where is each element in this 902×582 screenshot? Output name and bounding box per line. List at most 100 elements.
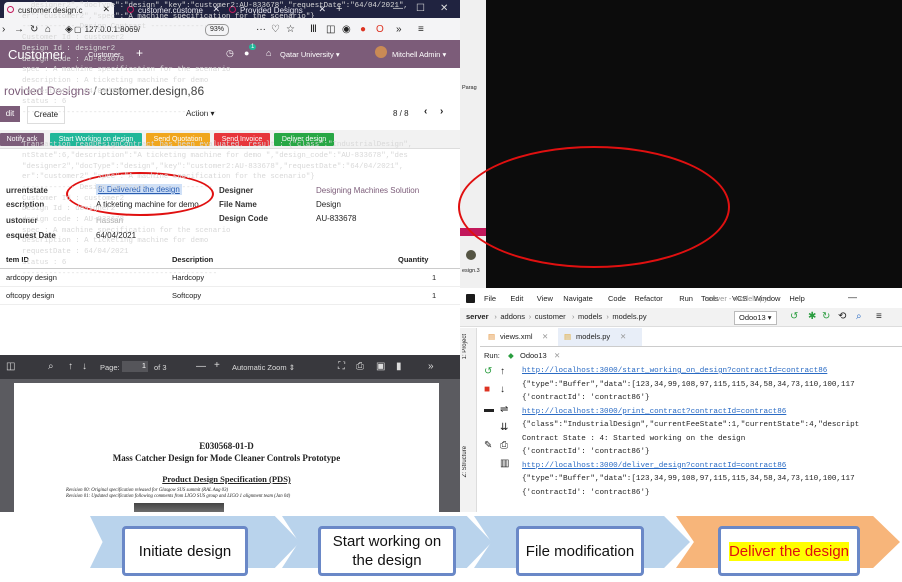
- previous-page-icon[interactable]: ↑: [68, 361, 73, 373]
- project-title: server - models.py: [706, 294, 768, 303]
- run-tab[interactable]: Odoo13: [520, 351, 547, 360]
- back-icon[interactable]: ›: [2, 24, 5, 36]
- profile-icon[interactable]: ⟲: [838, 311, 846, 323]
- run-config-select[interactable]: Odoo13 ▾: [734, 311, 777, 325]
- pin-icon[interactable]: ✎: [484, 440, 492, 452]
- close-tab-icon[interactable]: ✕: [542, 332, 548, 341]
- terminal-line: er":"customer2","spec":"A machine specif…: [22, 12, 315, 21]
- stop-icon[interactable]: ■: [484, 384, 490, 396]
- user-menu[interactable]: Mitchell Admin ▾: [392, 50, 446, 59]
- next-page-icon[interactable]: ↓: [82, 361, 87, 373]
- structure-tool-tab[interactable]: Z: Structure: [462, 446, 468, 477]
- more-icon[interactable]: ···: [256, 24, 266, 36]
- output-link[interactable]: http://localhost:3000/deliver_design?con…: [522, 462, 786, 470]
- path-segment[interactable]: models: [578, 312, 602, 321]
- library-icon[interactable]: Ⅲ: [310, 24, 317, 36]
- search-everywhere-icon[interactable]: ⌕: [856, 311, 862, 323]
- prev-record-icon[interactable]: ‹: [424, 106, 427, 117]
- ide-menu-file[interactable]: File: [484, 294, 496, 303]
- account-icon[interactable]: ◉: [342, 24, 351, 36]
- next-record-icon[interactable]: ›: [440, 106, 443, 117]
- output-link[interactable]: http://localhost:3000/start_working_on_d…: [522, 367, 827, 375]
- scroll-up-icon[interactable]: ↑: [500, 366, 505, 378]
- settings-icon[interactable]: ≡: [876, 311, 882, 323]
- ide-menu-code[interactable]: Code: [608, 294, 626, 303]
- search-icon[interactable]: ⌕: [48, 361, 54, 373]
- path-segment[interactable]: models.py: [612, 312, 646, 321]
- flow-step-file-modification: File modification: [516, 526, 644, 576]
- file-name-label: File Name: [219, 200, 257, 209]
- ide-menu-help[interactable]: Help: [789, 294, 804, 303]
- overflow-icon[interactable]: »: [396, 24, 402, 36]
- run-config-icon: ◆: [508, 351, 514, 360]
- avatar[interactable]: [375, 46, 387, 58]
- menu-icon[interactable]: ≡: [418, 24, 424, 36]
- bookmark-icon[interactable]: ▮: [396, 361, 402, 373]
- close-tab-icon[interactable]: ✕: [620, 332, 626, 341]
- add-menu-icon[interactable]: +: [136, 46, 143, 60]
- scroll-down-icon[interactable]: ↓: [500, 384, 505, 396]
- rerun-icon[interactable]: ↺: [484, 366, 492, 378]
- maximize-icon[interactable]: ☐: [416, 3, 425, 15]
- zoom-in-icon[interactable]: +: [214, 360, 220, 372]
- clock-icon[interactable]: ◷: [226, 48, 234, 59]
- tools-icon[interactable]: »: [428, 361, 434, 373]
- print-icon[interactable]: ⎙: [500, 440, 508, 452]
- soft-wrap-icon[interactable]: ⇌: [500, 404, 508, 416]
- zoom-select[interactable]: Automatic Zoom ⇕: [232, 363, 295, 372]
- download-icon[interactable]: ▣: [376, 361, 385, 373]
- scroll-to-end-icon[interactable]: ⇊: [500, 422, 508, 434]
- zoom-out-icon[interactable]: —: [196, 361, 206, 373]
- debug-icon[interactable]: ✱: [808, 311, 816, 323]
- ide-menu-view[interactable]: View: [537, 294, 553, 303]
- sidebar-icon[interactable]: ◫: [326, 24, 335, 36]
- run-icon[interactable]: ↺: [790, 311, 798, 323]
- path-segment[interactable]: server: [466, 312, 489, 321]
- terminal-line: ----------------------------------------…: [22, 109, 218, 117]
- coverage-icon[interactable]: ↻: [822, 311, 830, 323]
- project-tool-tab[interactable]: 1: Project: [462, 334, 468, 359]
- table-row[interactable]: oftcopy design Softcopy 1: [0, 286, 460, 305]
- opera-icon[interactable]: O: [376, 24, 384, 36]
- output-link[interactable]: http://localhost:3000/print_contract?con…: [522, 408, 786, 416]
- layout-icon[interactable]: ▬: [484, 404, 494, 416]
- page-number-input[interactable]: 1: [122, 361, 148, 372]
- ide-menu-refactor[interactable]: Refactor: [634, 294, 662, 303]
- terminal-line: Design Id : designer2: [22, 205, 116, 214]
- ide-menu-navigate[interactable]: Navigate: [563, 294, 593, 303]
- edit-button[interactable]: dit: [0, 106, 20, 122]
- close-tab-icon[interactable]: ✕: [554, 351, 560, 360]
- print-icon[interactable]: ⎙: [356, 361, 364, 373]
- extension-icon[interactable]: ●: [360, 24, 366, 36]
- company-name: Qatar University: [280, 50, 334, 59]
- flow-step-label: Start working on the design: [332, 533, 442, 569]
- pocket-icon[interactable]: ♡: [271, 24, 280, 36]
- path-separator-icon: ›: [528, 312, 532, 321]
- presentation-icon[interactable]: ⛶: [338, 361, 345, 373]
- tab-models-py[interactable]: models.py: [576, 332, 610, 341]
- trash-icon[interactable]: ▥: [500, 458, 509, 470]
- company-switcher[interactable]: Qatar University ▾: [280, 50, 340, 59]
- output-line: {"type":"Buffer","data":[123,34,99,108,9…: [522, 380, 855, 389]
- cell-quantity: 1: [432, 273, 437, 282]
- chat-icon[interactable]: ●: [244, 48, 249, 58]
- tab-views-xml[interactable]: views.xml: [500, 332, 533, 341]
- sidebar-toggle-icon[interactable]: ◫: [6, 361, 15, 373]
- path-segment[interactable]: addons: [500, 312, 525, 321]
- header-quantity[interactable]: Quantity: [398, 255, 428, 264]
- revision-line: Revision 01: Updated specification follo…: [66, 494, 291, 499]
- path-segment[interactable]: customer: [535, 312, 566, 321]
- minimize-icon[interactable]: —: [848, 292, 857, 302]
- design-code-value: AU-833678: [316, 214, 357, 223]
- close-window-icon[interactable]: ✕: [440, 3, 448, 15]
- cell-quantity: 1: [432, 291, 437, 300]
- ide-breadcrumb: server › addons › customer › models › models.py: [460, 308, 902, 327]
- ide-menu-edit[interactable]: Edit: [510, 294, 523, 303]
- ide-menu-run[interactable]: Run: [679, 294, 693, 303]
- flow-step-deliver: Deliver the design: [718, 526, 860, 576]
- output-line: {"type":"Buffer","data":[123,34,99,108,9…: [522, 475, 855, 483]
- pdf-page: E030568-01-D Mass Catcher Design for Mod…: [14, 383, 439, 518]
- designer-value[interactable]: Designing Machines Solution: [316, 186, 419, 195]
- header-description[interactable]: Description: [172, 255, 213, 264]
- bookmark-star-icon[interactable]: ☆: [286, 24, 295, 36]
